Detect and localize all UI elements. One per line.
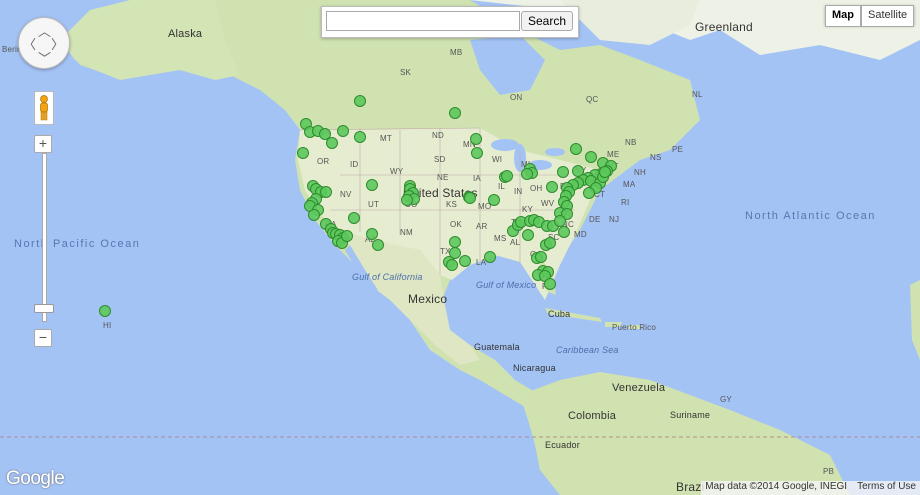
attribution-bar: Map data ©2014 Google, INEGI Terms of Us… xyxy=(701,481,920,495)
map-marker[interactable] xyxy=(446,259,458,271)
marker-layer xyxy=(99,95,617,317)
map-marker[interactable] xyxy=(544,237,556,249)
map-marker[interactable] xyxy=(319,128,331,140)
map-marker[interactable] xyxy=(354,131,366,143)
map-marker[interactable] xyxy=(585,151,597,163)
map-marker[interactable] xyxy=(554,215,566,227)
map-marker[interactable] xyxy=(320,186,332,198)
map-marker[interactable] xyxy=(366,179,378,191)
zoom-in-button[interactable]: + xyxy=(34,135,52,153)
map-marker[interactable] xyxy=(546,181,558,193)
pan-left-icon[interactable]: 〈 xyxy=(23,34,36,53)
map-marker[interactable] xyxy=(401,194,413,206)
map-marker[interactable] xyxy=(488,194,500,206)
map-marker[interactable] xyxy=(449,107,461,119)
map-type-map-button[interactable]: Map xyxy=(825,5,861,27)
map-marker[interactable] xyxy=(557,166,569,178)
map-type-satellite-button[interactable]: Satellite xyxy=(861,5,915,27)
map-marker[interactable] xyxy=(366,228,378,240)
map-marker[interactable] xyxy=(501,170,513,182)
map-marker[interactable] xyxy=(337,125,349,137)
map-marker[interactable] xyxy=(348,212,360,224)
search-button[interactable]: Search xyxy=(521,11,573,31)
map-marker[interactable] xyxy=(354,95,366,107)
pan-right-icon[interactable]: 〉 xyxy=(51,34,64,53)
zoom-out-button[interactable]: − xyxy=(34,329,52,347)
map-marker[interactable] xyxy=(521,168,533,180)
map-marker[interactable] xyxy=(544,278,556,290)
map-marker[interactable] xyxy=(326,137,338,149)
map-type-control: Map Satellite xyxy=(825,5,915,27)
map-marker[interactable] xyxy=(341,230,353,242)
search-box: Search xyxy=(321,6,579,38)
map-marker[interactable] xyxy=(583,187,595,199)
map-marker[interactable] xyxy=(464,192,476,204)
map-data-attribution: Map data ©2014 Google, INEGI xyxy=(705,481,848,492)
pan-control[interactable]: ︿ ﹀ 〈 〉 xyxy=(18,17,70,69)
map-marker[interactable] xyxy=(99,305,111,317)
map-marker[interactable] xyxy=(372,239,384,251)
zoom-slider-thumb[interactable] xyxy=(34,303,54,313)
street-view-pegman-icon xyxy=(40,95,48,121)
map-marker[interactable] xyxy=(470,133,482,145)
map-marker[interactable] xyxy=(535,251,547,263)
zoom-slider-track[interactable] xyxy=(42,153,47,322)
map-marker[interactable] xyxy=(572,165,584,177)
map-marker[interactable] xyxy=(599,166,611,178)
pan-up-icon[interactable]: ︿ xyxy=(38,21,51,40)
pan-down-icon[interactable]: ﹀ xyxy=(38,48,51,67)
terms-of-use-link[interactable]: Terms of Use xyxy=(857,481,916,495)
search-input[interactable] xyxy=(326,11,520,31)
map-canvas[interactable]: Greenland Alaska United States Mexico Cu… xyxy=(0,0,920,495)
pegman-control[interactable] xyxy=(34,91,54,125)
map-marker[interactable] xyxy=(308,209,320,221)
map-marker[interactable] xyxy=(484,251,496,263)
map-marker[interactable] xyxy=(570,143,582,155)
map-marker[interactable] xyxy=(558,226,570,238)
map-marker[interactable] xyxy=(471,147,483,159)
google-logo[interactable]: Google xyxy=(6,468,65,490)
map-marker[interactable] xyxy=(449,236,461,248)
map-marker[interactable] xyxy=(459,255,471,267)
map-marker[interactable] xyxy=(297,147,309,159)
map-marker[interactable] xyxy=(522,229,534,241)
